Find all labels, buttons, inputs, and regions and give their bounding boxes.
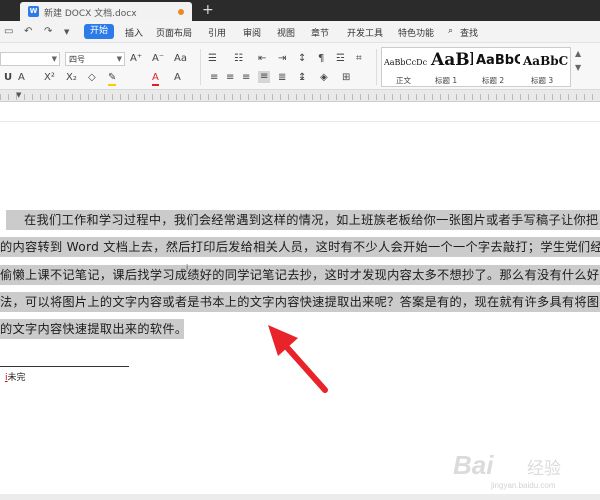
footnote-separator bbox=[0, 366, 129, 367]
toolbar-separator bbox=[200, 49, 201, 85]
selected-text-line[interactable]: 在我们工作和学习过程中，我们会经常遇到这样的情况，如上班族老板给你一张图片或者手… bbox=[6, 210, 600, 230]
styles-gallery: AaBbCcDc 正文 AaBl 标题 1 AaBbC 标题 2 AaBbC 标… bbox=[381, 47, 571, 87]
watermark-brand-tail: 经验 bbox=[527, 459, 561, 479]
page-top-edge bbox=[0, 121, 600, 122]
style-name: 标题 3 bbox=[531, 76, 554, 85]
watermark-url: jingyan.baidu.com bbox=[491, 481, 556, 490]
style-name: 标题 1 bbox=[435, 76, 458, 85]
line-spacing-icon[interactable]: ☲ bbox=[336, 53, 345, 65]
style-name: 正文 bbox=[396, 76, 411, 85]
style-heading-2[interactable]: AaBbC 标题 2 bbox=[474, 50, 520, 86]
tab-insert[interactable]: 插入 bbox=[125, 26, 143, 39]
increase-indent-icon[interactable]: ⇥ bbox=[278, 53, 286, 65]
tab-view[interactable]: 视图 bbox=[277, 26, 295, 39]
justify-icon[interactable]: ≡ bbox=[258, 71, 271, 83]
horizontal-ruler[interactable]: ▼ bbox=[0, 90, 600, 102]
shrink-font-icon[interactable]: A⁻ bbox=[152, 53, 164, 65]
document-page[interactable]: 在我们工作和学习过程中，我们会经常遇到这样的情况，如上班族老板给你一张图片或者手… bbox=[0, 103, 600, 500]
indent-marker-icon[interactable]: ▼ bbox=[16, 91, 21, 99]
bullet-list-icon[interactable]: ☰ bbox=[208, 53, 217, 65]
change-case-icon[interactable]: Aa bbox=[174, 53, 187, 65]
watermark-brand: Bai bbox=[453, 450, 494, 480]
style-preview: AaBbC bbox=[476, 53, 520, 68]
align-left-icon[interactable]: ≡ bbox=[210, 72, 218, 84]
align-center-icon[interactable]: ≡ bbox=[226, 72, 234, 84]
shading-icon[interactable]: ◈ bbox=[320, 72, 328, 84]
chevron-down-icon: ▼ bbox=[116, 55, 122, 63]
footnote-text: 未完 bbox=[7, 373, 26, 383]
selected-text-line[interactable]: 法，可以将图片上的文字内容或者是书本上的文字内容快速提取出来呢？答案是有的，现在… bbox=[0, 292, 600, 312]
formatting-toolbar: ▼ 四号 ▼ U A X² X₂ ◇ ✎ A⁺ A⁻ Aa A A ☰ ☷ ⇤ … bbox=[0, 43, 600, 90]
tab-developer[interactable]: 开发工具 bbox=[347, 26, 383, 39]
selected-text-line[interactable]: 的内容转到 Word 文档上去，然后打印后发给相关人员，这时有不少人会开始一个一… bbox=[0, 237, 600, 257]
underline-icon[interactable]: U bbox=[4, 72, 12, 84]
grow-font-icon[interactable]: A⁺ bbox=[130, 53, 142, 65]
styles-scroll-up-icon[interactable]: ▲ bbox=[575, 49, 581, 58]
style-name: 标题 2 bbox=[482, 76, 505, 85]
tab-page-layout[interactable]: 页面布局 bbox=[156, 26, 192, 39]
footnote-reference[interactable]: i bbox=[186, 263, 188, 272]
footnote[interactable]: i未完 bbox=[5, 370, 26, 383]
baidu-watermark: Bai 经验 jingyan.baidu.com bbox=[453, 446, 593, 494]
tab-start[interactable]: 开始 bbox=[84, 24, 114, 39]
tab-references[interactable]: 引用 bbox=[208, 26, 226, 39]
selected-text-line[interactable]: 偷懒上课不记笔记，课后找学习成绩好的同学记笔记去抄，这时才发现内容太多不想抄了。… bbox=[0, 265, 600, 285]
line-spacing-dropdown-icon[interactable]: ↨ bbox=[298, 72, 306, 84]
save-icon[interactable]: ▭ bbox=[4, 26, 13, 37]
style-preview: AaBbCcDc bbox=[384, 58, 428, 67]
toolbar-separator bbox=[376, 49, 377, 85]
redo-icon[interactable]: ↷ bbox=[44, 26, 52, 37]
search-icon[interactable]: ⌕ bbox=[448, 26, 453, 36]
subscript-icon[interactable]: X₂ bbox=[66, 72, 77, 84]
font-size-value: 四号 bbox=[69, 55, 85, 64]
styles-scroll-down-icon[interactable]: ▼ bbox=[575, 63, 581, 72]
superscript-icon[interactable]: X² bbox=[44, 72, 55, 84]
ribbon-menu-bar: ▭ ↶ ↷ ▼ 开始 插入 页面布局 引用 审阅 视图 章节 开发工具 特色功能… bbox=[0, 21, 600, 43]
style-heading-3[interactable]: AaBbC 标题 3 bbox=[521, 50, 571, 86]
new-tab-button[interactable]: + bbox=[202, 2, 214, 18]
search-button[interactable]: 查找 bbox=[460, 26, 478, 39]
strikethrough-icon[interactable]: A bbox=[18, 72, 25, 84]
quick-access-dropdown-icon[interactable]: ▼ bbox=[64, 28, 69, 36]
align-right-icon[interactable]: ≡ bbox=[242, 72, 250, 84]
style-preview: AaBl bbox=[431, 50, 473, 70]
selected-text-line[interactable]: 的文字内容快速提取出来的软件。 bbox=[0, 319, 184, 339]
distributed-align-icon[interactable]: ≣ bbox=[278, 72, 286, 84]
numbered-list-icon[interactable]: ☷ bbox=[234, 53, 243, 65]
style-preview: AaBbC bbox=[523, 54, 569, 68]
document-tab[interactable]: W 新建 DOCX 文档.docx bbox=[20, 2, 192, 21]
text-highlight-icon[interactable]: ✎ bbox=[108, 72, 117, 86]
tab-section[interactable]: 章节 bbox=[311, 26, 329, 39]
font-color-icon[interactable]: A bbox=[152, 72, 159, 86]
tab-review[interactable]: 审阅 bbox=[243, 26, 261, 39]
font-name-dropdown[interactable]: ▼ bbox=[0, 52, 60, 66]
undo-icon[interactable]: ↶ bbox=[24, 26, 32, 37]
style-heading-1[interactable]: AaBl 标题 1 bbox=[429, 50, 473, 86]
chevron-down-icon: ▼ bbox=[51, 55, 57, 63]
show-marks-icon[interactable]: ¶ bbox=[318, 53, 324, 65]
borders-icon[interactable]: ⊞ bbox=[342, 72, 350, 84]
title-bar: W 新建 DOCX 文档.docx + bbox=[0, 0, 600, 21]
status-strip bbox=[0, 494, 600, 500]
document-tab-title: 新建 DOCX 文档.docx bbox=[44, 9, 137, 19]
font-size-dropdown[interactable]: 四号 ▼ bbox=[65, 52, 125, 66]
ruler-ticks bbox=[0, 94, 600, 100]
sort-icon[interactable]: ↕ bbox=[298, 53, 306, 65]
tab-special-features[interactable]: 特色功能 bbox=[398, 26, 434, 39]
unsaved-dot-icon bbox=[178, 9, 184, 15]
wps-writer-icon: W bbox=[28, 6, 39, 17]
clear-format-icon[interactable]: ◇ bbox=[88, 72, 96, 84]
style-normal[interactable]: AaBbCcDc 正文 bbox=[382, 50, 428, 86]
paragraph-settings-icon[interactable]: ⌗ bbox=[356, 53, 362, 65]
char-border-icon[interactable]: A bbox=[174, 72, 181, 84]
decrease-indent-icon[interactable]: ⇤ bbox=[258, 53, 266, 65]
